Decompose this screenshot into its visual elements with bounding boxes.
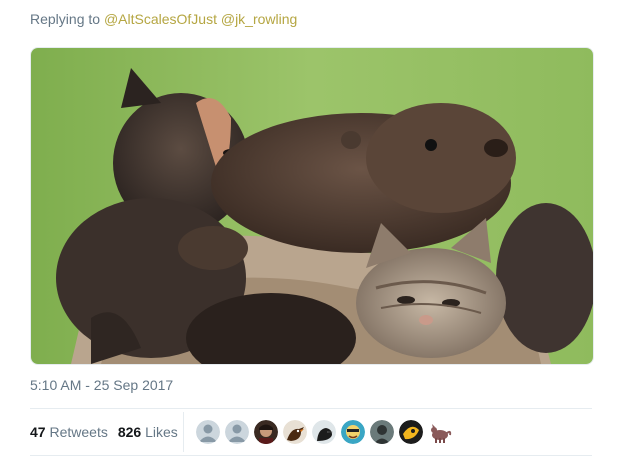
likes-stat[interactable]: 826 Likes bbox=[118, 424, 178, 440]
tweet-photo[interactable] bbox=[30, 47, 594, 365]
liker-avatars bbox=[196, 420, 452, 446]
divider bbox=[30, 408, 592, 409]
likes-count: 826 bbox=[117, 424, 142, 440]
likes-label: Likes bbox=[145, 424, 178, 440]
stats-separator bbox=[183, 412, 184, 452]
reply-context: Replying to @AltScalesOfJust @jk_rowling bbox=[30, 11, 297, 27]
tweet-timestamp[interactable]: 5:10 AM - 25 Sep 2017 bbox=[30, 377, 173, 393]
default-avatar-icon[interactable] bbox=[225, 420, 249, 444]
reply-prefix: Replying to bbox=[30, 11, 101, 27]
person-avatar-icon[interactable] bbox=[254, 420, 278, 444]
divider bbox=[30, 455, 592, 456]
person-avatar-icon[interactable] bbox=[370, 420, 394, 444]
retweets-stat[interactable]: 47 Retweets bbox=[30, 424, 108, 440]
animal-avatar-icon[interactable] bbox=[428, 420, 452, 444]
kittens-otter-photo bbox=[31, 48, 593, 364]
mention-link-jk-rowling[interactable]: @jk_rowling bbox=[221, 11, 297, 27]
emblem-avatar-icon[interactable] bbox=[399, 420, 423, 444]
bird-avatar-icon[interactable] bbox=[283, 420, 307, 444]
cartoon-avatar-icon[interactable] bbox=[341, 420, 365, 444]
tweet-stats: 47 Retweets 826 Likes bbox=[30, 424, 178, 440]
retweets-label: Retweets bbox=[49, 424, 108, 440]
bird-avatar-icon[interactable] bbox=[312, 420, 336, 444]
mention-link-altscalesofjust[interactable]: @AltScalesOfJust bbox=[104, 11, 217, 27]
default-avatar-icon[interactable] bbox=[196, 420, 220, 444]
retweets-count: 47 bbox=[30, 424, 46, 440]
